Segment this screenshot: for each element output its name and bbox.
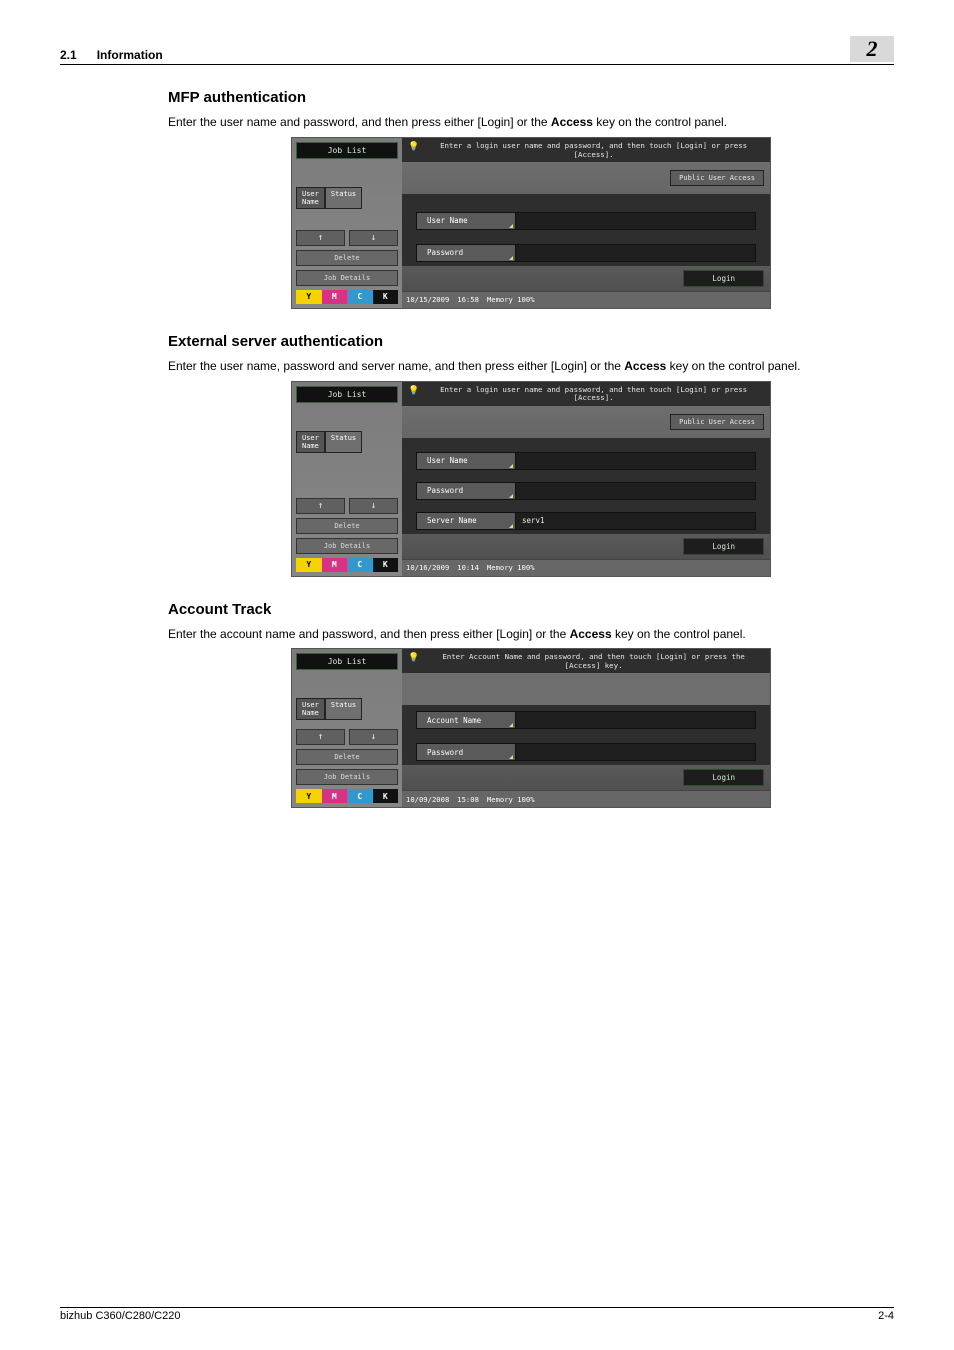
mfp-login-screenshot: Job List User Name Status ↑ ↓ Delete Job… <box>291 137 771 309</box>
toner-c-icon: C <box>347 290 373 304</box>
job-list-button[interactable]: Job List <box>296 653 398 670</box>
toner-y-icon: Y <box>296 558 322 572</box>
status-memory: Memory 100% <box>487 564 535 572</box>
body-account: Enter the account name and password, and… <box>168 626 894 643</box>
instruction-tip: 💡 Enter a login user name and password, … <box>402 382 770 406</box>
page-header: 2.1 Information 2 <box>60 36 894 65</box>
delete-button[interactable]: Delete <box>296 250 398 266</box>
heading-external: External server authentication <box>168 333 894 350</box>
tab-status[interactable]: Status <box>325 187 362 209</box>
toner-m-icon: M <box>322 789 348 803</box>
job-details-button[interactable]: Job Details <box>296 538 398 554</box>
tab-user-name[interactable]: User Name <box>296 698 325 720</box>
login-button[interactable]: Login <box>683 769 764 786</box>
toner-levels: Y M C K <box>296 789 398 803</box>
arrow-up-button[interactable]: ↑ <box>296 230 345 246</box>
password-button[interactable]: Password <box>416 244 516 262</box>
job-details-button[interactable]: Job Details <box>296 270 398 286</box>
password-value[interactable] <box>516 482 756 500</box>
status-date: 10/16/2009 <box>406 564 449 572</box>
toner-c-icon: C <box>347 558 373 572</box>
toner-k-icon: K <box>373 789 399 803</box>
account-name-button[interactable]: Account Name <box>416 711 516 729</box>
toner-levels: Y M C K <box>296 558 398 572</box>
user-name-button[interactable]: User Name <box>416 452 516 470</box>
tab-status[interactable]: Status <box>325 431 362 453</box>
toner-m-icon: M <box>322 290 348 304</box>
external-login-screenshot: Job List User Name Status ↑ ↓ Delete Job… <box>291 381 771 577</box>
account-login-screenshot: Job List User Name Status ↑ ↓ Delete Job… <box>291 648 771 808</box>
status-date: 10/15/2009 <box>406 296 449 304</box>
user-name-value[interactable] <box>516 452 756 470</box>
password-value[interactable] <box>516 244 756 262</box>
status-date: 10/09/2008 <box>406 796 449 804</box>
job-list-button[interactable]: Job List <box>296 142 398 159</box>
bulb-icon: 💡 <box>408 653 419 667</box>
footer-left: bizhub C360/C280/C220 <box>60 1310 180 1322</box>
heading-mfp: MFP authentication <box>168 89 894 106</box>
tab-user-name[interactable]: User Name <box>296 187 325 209</box>
login-button[interactable]: Login <box>683 538 764 555</box>
toner-levels: Y M C K <box>296 290 398 304</box>
chapter-number: 2 <box>850 36 894 62</box>
arrow-down-button[interactable]: ↓ <box>349 498 398 514</box>
body-mfp: Enter the user name and password, and th… <box>168 114 894 131</box>
section-number: 2.1 <box>60 48 77 62</box>
toner-m-icon: M <box>322 558 348 572</box>
toner-c-icon: C <box>347 789 373 803</box>
body-external: Enter the user name, password and server… <box>168 358 894 375</box>
password-button[interactable]: Password <box>416 743 516 761</box>
section-title: Information <box>97 48 163 62</box>
login-button[interactable]: Login <box>683 270 764 287</box>
status-time: 10:14 <box>457 564 479 572</box>
user-name-button[interactable]: User Name <box>416 212 516 230</box>
server-name-button[interactable]: Server Name <box>416 512 516 530</box>
toner-k-icon: K <box>373 558 399 572</box>
account-name-value[interactable] <box>516 711 756 729</box>
job-details-button[interactable]: Job Details <box>296 769 398 785</box>
instruction-tip: 💡 Enter Account Name and password, and t… <box>402 649 770 673</box>
instruction-tip: 💡 Enter a login user name and password, … <box>402 138 770 162</box>
job-list-button[interactable]: Job List <box>296 386 398 403</box>
page-footer: bizhub C360/C280/C220 2-4 <box>60 1307 894 1322</box>
delete-button[interactable]: Delete <box>296 749 398 765</box>
heading-account: Account Track <box>168 601 894 618</box>
public-user-access-button[interactable]: Public User Access <box>670 414 764 430</box>
user-name-value[interactable] <box>516 212 756 230</box>
status-time: 16:58 <box>457 296 479 304</box>
status-time: 15:08 <box>457 796 479 804</box>
toner-y-icon: Y <box>296 789 322 803</box>
tab-status[interactable]: Status <box>325 698 362 720</box>
arrow-down-button[interactable]: ↓ <box>349 729 398 745</box>
password-button[interactable]: Password <box>416 482 516 500</box>
server-name-value[interactable]: serv1 <box>516 512 756 530</box>
bulb-icon: 💡 <box>408 142 419 156</box>
status-memory: Memory 100% <box>487 296 535 304</box>
toner-k-icon: K <box>373 290 399 304</box>
arrow-down-button[interactable]: ↓ <box>349 230 398 246</box>
delete-button[interactable]: Delete <box>296 518 398 534</box>
toner-y-icon: Y <box>296 290 322 304</box>
footer-right: 2-4 <box>878 1310 894 1322</box>
arrow-up-button[interactable]: ↑ <box>296 498 345 514</box>
tab-user-name[interactable]: User Name <box>296 431 325 453</box>
arrow-up-button[interactable]: ↑ <box>296 729 345 745</box>
bulb-icon: 💡 <box>408 386 419 400</box>
status-memory: Memory 100% <box>487 796 535 804</box>
password-value[interactable] <box>516 743 756 761</box>
public-user-access-button[interactable]: Public User Access <box>670 170 764 186</box>
